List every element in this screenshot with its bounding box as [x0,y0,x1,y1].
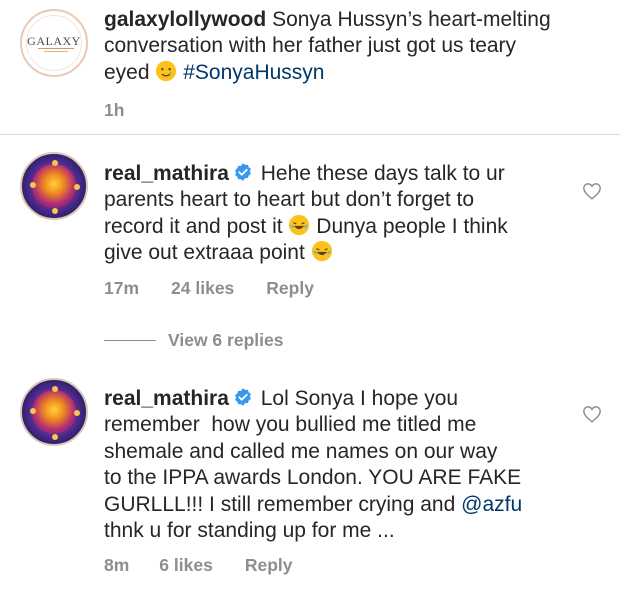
avatar-dot [52,434,58,440]
post-caption: GALAXY galaxylollywood Sonya Hussyn’s he… [0,0,620,128]
avatar-dot [74,410,80,416]
comment-2-text: real_mathira Lol Sonya I hope you rememb… [104,386,522,544]
logo-script-line [38,48,74,49]
real-mathira-avatar[interactable] [20,378,88,446]
comment-1-line-5: give out extraaa point [104,241,305,265]
avatar-inner [32,164,76,208]
comment-1-like-heart-icon[interactable] [582,182,602,200]
teary-smile-emoji-icon [156,60,177,81]
caption-text: galaxylollywood Sonya Hussyn’s heart-mel… [104,7,551,86]
view-replies-label[interactable]: View 6 replies [168,330,283,351]
laughing-tears-emoji-icon [289,214,310,235]
view-replies-button[interactable]: View 6 replies [104,330,283,351]
comment-2-likes[interactable]: 6 likes [159,555,213,576]
logo-script-line-2 [44,51,68,52]
comment-2-mention[interactable]: @azfu [461,493,522,516]
avatar-dot [52,208,58,214]
laughing-tears-emoji-icon [311,241,332,262]
comment-1-username[interactable]: real_mathira [104,162,229,185]
real-mathira-avatar[interactable] [20,152,88,220]
galaxylollywood-avatar[interactable]: GALAXY [20,9,88,77]
comment-2-username[interactable]: real_mathira [104,387,229,410]
comment-1-line-1: Hehe these days talk to ur [260,162,505,185]
comment-2-like-heart-icon[interactable] [582,405,602,423]
comment-1-likes[interactable]: 24 likes [171,278,234,299]
avatar-inner [32,390,76,434]
caption-line-3: eyed [104,60,150,84]
comment-1-line-3: record it and post it [104,214,283,238]
comment-1-line-2: parents heart to heart but don’t forget … [104,188,475,212]
avatar-dot [52,160,58,166]
comment-1-line-4: Dunya people I think [316,214,508,238]
avatar-dot [74,184,80,190]
avatar-dot [30,182,36,188]
avatar-dot [52,386,58,392]
caption-line-2: conversation with her father just got us… [104,34,517,58]
verified-badge-icon [235,388,251,406]
comment-2-line-3: shemale and called me names on our way [104,439,498,463]
comment-2-time: 8m [104,555,130,575]
caption-username[interactable]: galaxylollywood [104,8,266,31]
caption-line-1: Sonya Hussyn’s heart-melting [272,8,551,31]
comment-1-reply-button[interactable]: Reply [266,278,314,299]
comment-2-line-4: to the IPPA awards London. YOU ARE FAKE [104,466,522,490]
comment-1-time: 17m [104,278,140,298]
comment-2-meta: 8m 6 likes Reply [104,555,292,576]
comment-2-line-7: thnk u for standing up for me ... [104,519,395,543]
comment-1-meta: 17m 24 likes Reply [104,278,314,299]
comment-1-text: real_mathira Hehe these days talk to ur … [104,161,508,267]
caption-divider [0,134,620,135]
view-replies-line [104,340,156,341]
verified-badge-icon [235,163,251,181]
caption-timestamp: 1h [104,100,125,120]
avatar-dot [30,408,36,414]
comment-2-reply-button[interactable]: Reply [245,555,293,576]
caption-hashtag[interactable]: #SonyaHussyn [183,61,324,84]
logo-wordmark: GALAXY [27,34,81,48]
comment-2-line-1: Lol Sonya I hope you [260,387,459,410]
comment-2-line-2: remember how you bullied me titled me [104,413,477,437]
comment-2-line-5: GURLLL!!! I still remember crying and [104,492,456,516]
